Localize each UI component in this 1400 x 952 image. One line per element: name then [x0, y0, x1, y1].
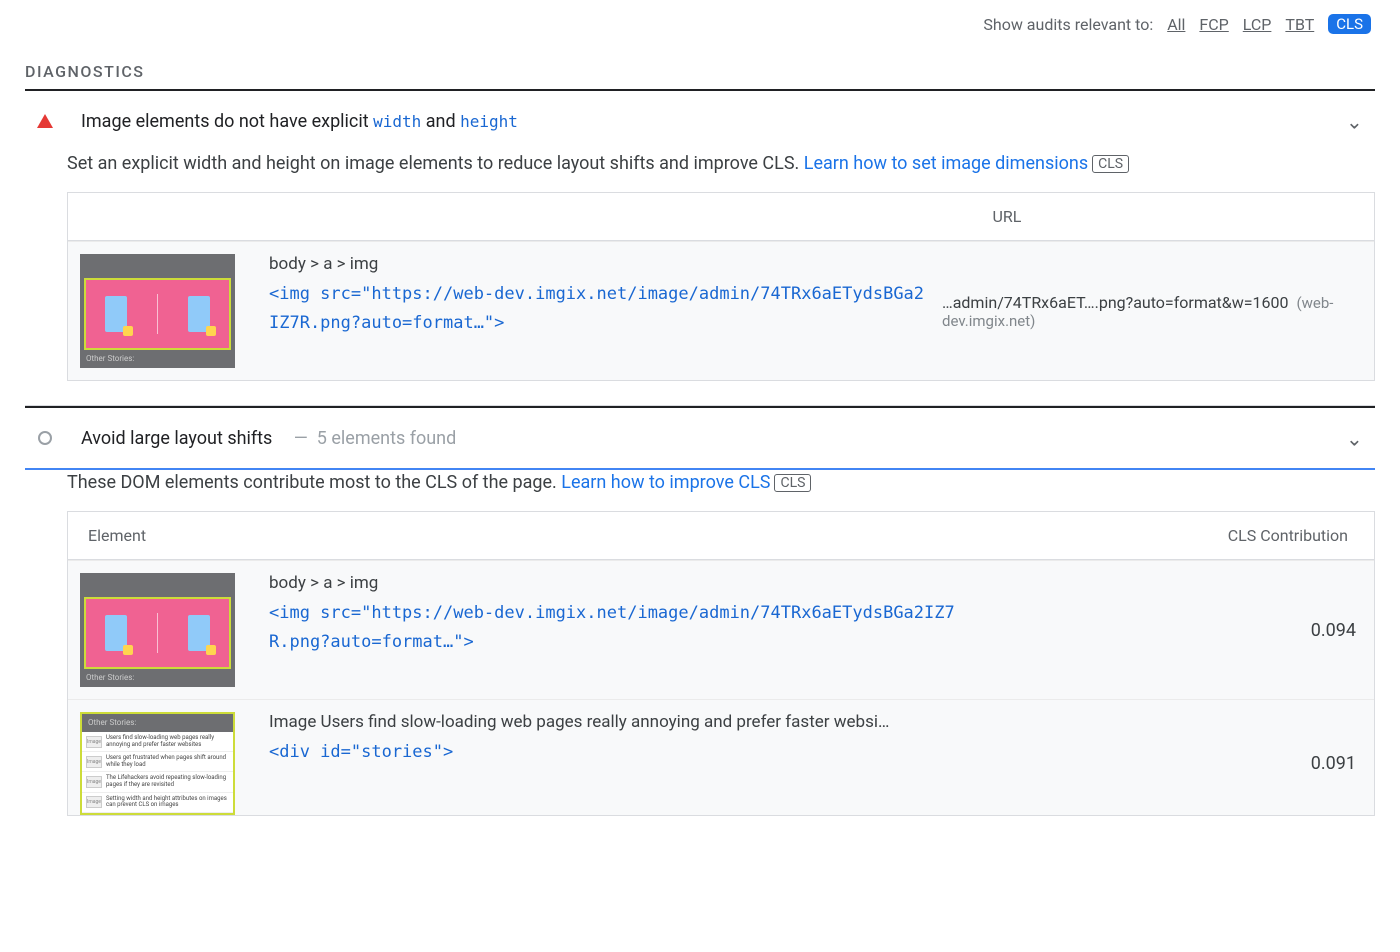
chevron-up-icon: ⌃: [1346, 426, 1363, 450]
element-count: 5 elements found: [317, 428, 457, 449]
title-dash: — 5 elements found: [285, 428, 456, 449]
cls-badge: CLS: [774, 474, 811, 492]
cls-table: Element CLS Contribution Other Stories:: [67, 511, 1375, 816]
code-width: width: [373, 112, 421, 131]
element-source: <img src="https://web-dev.imgix.net/imag…: [269, 599, 969, 657]
thumb-caption: Other Stories:: [82, 714, 233, 732]
element-thumbnail: Other Stories:: [80, 573, 255, 687]
thumb-caption: Other Stories:: [80, 669, 235, 687]
audit-filter-bar: Show audits relevant to: All FCP LCP TBT…: [25, 10, 1375, 40]
filter-lcp[interactable]: LCP: [1243, 15, 1272, 34]
audit-title: Avoid large layout shifts — 5 elements f…: [81, 428, 1346, 449]
col-cls-header: CLS Contribution: [1194, 526, 1354, 545]
element-details: Image Users find slow-loading web pages …: [255, 712, 1202, 767]
neutral-icon: [33, 431, 57, 445]
element-source: <img src="https://web-dev.imgix.net/imag…: [269, 280, 928, 338]
audit-description: Set an explicit width and height on imag…: [67, 153, 1375, 174]
element-details: body > a > img <img src="https://web-dev…: [255, 254, 942, 338]
audit-layout-shifts: Avoid large layout shifts — 5 elements f…: [25, 408, 1375, 840]
col-url-header: URL: [653, 207, 1355, 226]
url-table: URL Other Stories: body > a > i: [67, 192, 1375, 381]
element-source: <div id="stories">: [269, 738, 969, 767]
filter-fcp[interactable]: FCP: [1199, 15, 1228, 34]
filter-cls-active[interactable]: CLS: [1328, 14, 1371, 34]
table-header: Element CLS Contribution: [68, 512, 1374, 560]
element-thumbnail: Other Stories: Image Users find slow-load…: [80, 712, 255, 815]
audit-toggle[interactable]: Avoid large layout shifts — 5 elements f…: [25, 408, 1375, 470]
filter-all[interactable]: All: [1167, 15, 1185, 34]
title-text: Image elements do not have explicit: [81, 111, 373, 132]
thumb-line: Users get frustrated when pages shift ar…: [106, 755, 229, 768]
audit-description: These DOM elements contribute most to th…: [67, 472, 1375, 493]
thumb-img-placeholder: Image: [86, 756, 102, 768]
thumb-img-placeholder: Image: [86, 776, 102, 788]
learn-link[interactable]: Learn how to set image dimensions: [804, 153, 1088, 174]
audit-title: Image elements do not have explicit widt…: [81, 111, 1346, 132]
audit-toggle[interactable]: Image elements do not have explicit widt…: [25, 91, 1375, 151]
table-row: Other Stories: body > a > img <img src="…: [68, 560, 1374, 699]
cls-badge: CLS: [1092, 155, 1129, 173]
diagnostics-heading: DIAGNOSTICS: [25, 62, 1375, 81]
url-text: …admin/74TRx6aET….png?auto=format&w=1600: [942, 293, 1289, 312]
fail-icon: [33, 114, 57, 128]
description-text: These DOM elements contribute most to th…: [67, 472, 561, 493]
title-text: Avoid large layout shifts: [81, 428, 272, 449]
cls-value: 0.094: [1202, 620, 1362, 641]
chevron-up-icon: ⌃: [1346, 109, 1363, 133]
code-height: height: [460, 112, 518, 131]
table-header: URL: [68, 193, 1374, 241]
thumb-line: Setting width and height attributes on i…: [106, 796, 229, 809]
dom-selector: body > a > img: [269, 573, 1188, 593]
thumb-line: The Lifehackers avoid repeating slow-loa…: [106, 775, 229, 788]
cls-value: 0.091: [1202, 753, 1362, 774]
filter-label: Show audits relevant to:: [983, 15, 1153, 34]
table-row: Other Stories: Image Users find slow-load…: [68, 699, 1374, 815]
dom-selector: Image Users find slow-loading web pages …: [269, 712, 1188, 732]
col-element-header: Element: [88, 526, 1194, 545]
thumb-img-placeholder: Image: [86, 736, 102, 748]
audit-image-dimensions: Image elements do not have explicit widt…: [25, 91, 1375, 406]
description-text: Set an explicit width and height on imag…: [67, 153, 804, 174]
learn-link[interactable]: Learn how to improve CLS: [561, 472, 770, 493]
dom-selector: body > a > img: [269, 254, 928, 274]
element-details: body > a > img <img src="https://web-dev…: [255, 573, 1202, 657]
element-thumbnail: Other Stories:: [80, 254, 255, 368]
title-mid: and: [421, 111, 460, 132]
filter-tbt[interactable]: TBT: [1285, 15, 1314, 34]
thumb-line: Users find slow-loading web pages really…: [106, 735, 229, 748]
table-row: Other Stories: body > a > img <img src="…: [68, 241, 1374, 380]
thumb-caption: Other Stories:: [80, 350, 235, 368]
audit-body: These DOM elements contribute most to th…: [25, 472, 1375, 840]
audit-body: Set an explicit width and height on imag…: [25, 153, 1375, 405]
thumb-img-placeholder: Image: [86, 796, 102, 808]
url-cell: …admin/74TRx6aET….png?auto=format&w=1600…: [942, 293, 1362, 330]
